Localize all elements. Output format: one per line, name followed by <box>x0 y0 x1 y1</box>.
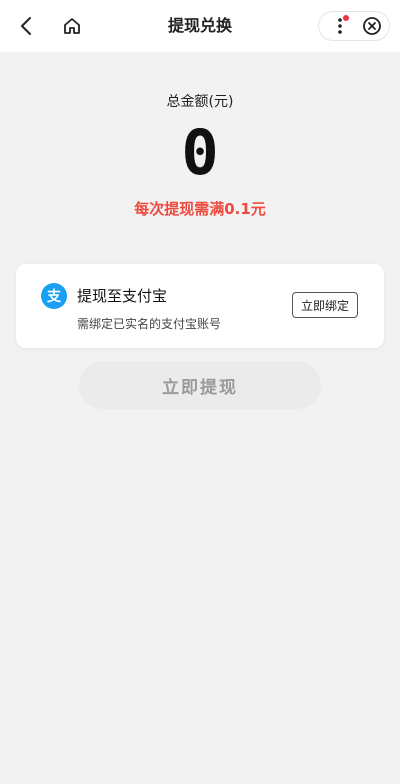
nav-header: 提现兑换 <box>0 0 400 52</box>
notification-dot <box>343 15 349 21</box>
alipay-card-subtitle: 需绑定已实名的支付宝账号 <box>77 317 222 331</box>
back-button[interactable] <box>12 12 40 40</box>
withdraw-button[interactable]: 立即提现 <box>79 361 321 409</box>
home-icon <box>64 18 80 34</box>
bind-alipay-button[interactable]: 立即绑定 <box>292 292 358 318</box>
minimum-withdraw-note: 每次提现需满0.1元 <box>134 200 266 218</box>
withdraw-page: 提现兑换 总金额(元) 0 每次提现需满0.1元 支 提现至支付宝 需绑定已实名… <box>0 0 400 784</box>
alipay-card-title: 提现至支付宝 <box>77 287 168 305</box>
close-circle-icon <box>363 17 381 35</box>
balance-label: 总金额(元) <box>166 94 234 110</box>
more-vertical-icon <box>338 18 342 34</box>
alipay-icon: 支 <box>41 283 67 309</box>
chevron-left-icon <box>21 17 31 35</box>
home-button[interactable] <box>58 12 86 40</box>
close-button[interactable] <box>361 15 383 37</box>
alipay-card: 支 提现至支付宝 需绑定已实名的支付宝账号 立即绑定 <box>16 264 384 348</box>
menu-capsule <box>318 11 390 41</box>
balance-value: 0 <box>181 116 219 189</box>
page-title: 提现兑换 <box>167 16 232 35</box>
